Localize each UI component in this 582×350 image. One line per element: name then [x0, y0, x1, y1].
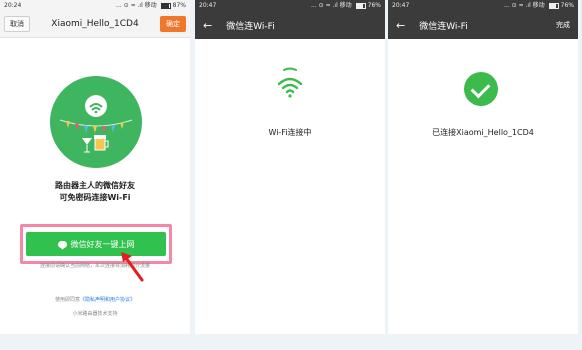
- status-bar: 20:24 ... ⊙ ≈ .ıl 移动 87%: [0, 0, 190, 11]
- top-bar: ← 微信连Wi-Fi 完成: [388, 11, 578, 39]
- wifi-party-illustration: [50, 76, 142, 168]
- page-title: Xiaomi_Hello_1CD4: [51, 19, 139, 29]
- cancel-button[interactable]: 取消: [4, 16, 30, 32]
- battery-icon: [548, 2, 559, 9]
- back-arrow-icon[interactable]: ←: [396, 19, 405, 32]
- screen-connect-prompt: 20:24 ... ⊙ ≈ .ıl 移动 87% 取消 Xiaomi_Hello…: [0, 0, 190, 334]
- headline-line1: 路由器主人的微信好友: [55, 181, 135, 190]
- terms-line: 使用即同意《隐私声明和用户协议》: [54, 297, 136, 303]
- back-arrow-icon[interactable]: ←: [203, 19, 212, 32]
- battery-percent: 76%: [367, 2, 381, 9]
- wifi-party-icon: [59, 95, 133, 153]
- connected-status: 已连接Xiaomi_Hello_1CD4: [432, 128, 534, 137]
- tech-support-text: 小米路由器技术支持: [72, 311, 118, 317]
- battery-icon: [160, 2, 171, 9]
- wifi-loading-icon: [277, 67, 303, 98]
- status-time: 20:24: [4, 2, 22, 9]
- page-title: 微信连Wi-Fi: [419, 21, 468, 32]
- status-bar: 20:47 ... ⊙ ≈ .ıl 移动 76%: [388, 0, 578, 11]
- battery-percent: 76%: [560, 2, 574, 9]
- headline-line2: 可免密码连接Wi-Fi: [59, 193, 131, 202]
- confirm-button[interactable]: 确定: [160, 16, 186, 32]
- wechat-connect-label: 微信好友一键上网: [70, 239, 135, 249]
- status-bar: 20:47 ... ⊙ ≈ .ıl 移动 76%: [195, 0, 385, 11]
- done-button[interactable]: 完成: [556, 20, 570, 30]
- privacy-terms-link[interactable]: 《隐私声明和用户协议》: [80, 297, 135, 303]
- status-icons: ... ⊙ ≈ .ıl 移动: [311, 2, 352, 9]
- battery-percent: 87%: [172, 2, 186, 9]
- battery-icon: [355, 2, 366, 9]
- screen-connecting: 20:47 ... ⊙ ≈ .ıl 移动 76% ← 微信连Wi-Fi Wi-F…: [195, 0, 385, 334]
- red-arrow-icon: [121, 252, 144, 282]
- screen-connected: 20:47 ... ⊙ ≈ .ıl 移动 76% ← 微信连Wi-Fi 完成 已…: [388, 0, 578, 334]
- top-bar: 取消 Xiaomi_Hello_1CD4 确定: [0, 11, 190, 38]
- connecting-status: Wi-Fi连接中: [268, 128, 312, 137]
- success-check-icon: [464, 72, 498, 106]
- wechat-icon: [57, 240, 67, 248]
- status-icons: ... ⊙ ≈ .ıl 移动: [504, 2, 545, 9]
- status-icons: ... ⊙ ≈ .ıl 移动: [116, 2, 157, 9]
- status-time: 20:47: [392, 2, 410, 9]
- status-time: 20:47: [199, 2, 217, 9]
- page-title: 微信连Wi-Fi: [226, 21, 275, 32]
- top-bar: ← 微信连Wi-Fi: [195, 11, 385, 39]
- fine-print: 连接前请确认当前网络，本次连接将消耗部分流量: [39, 263, 150, 269]
